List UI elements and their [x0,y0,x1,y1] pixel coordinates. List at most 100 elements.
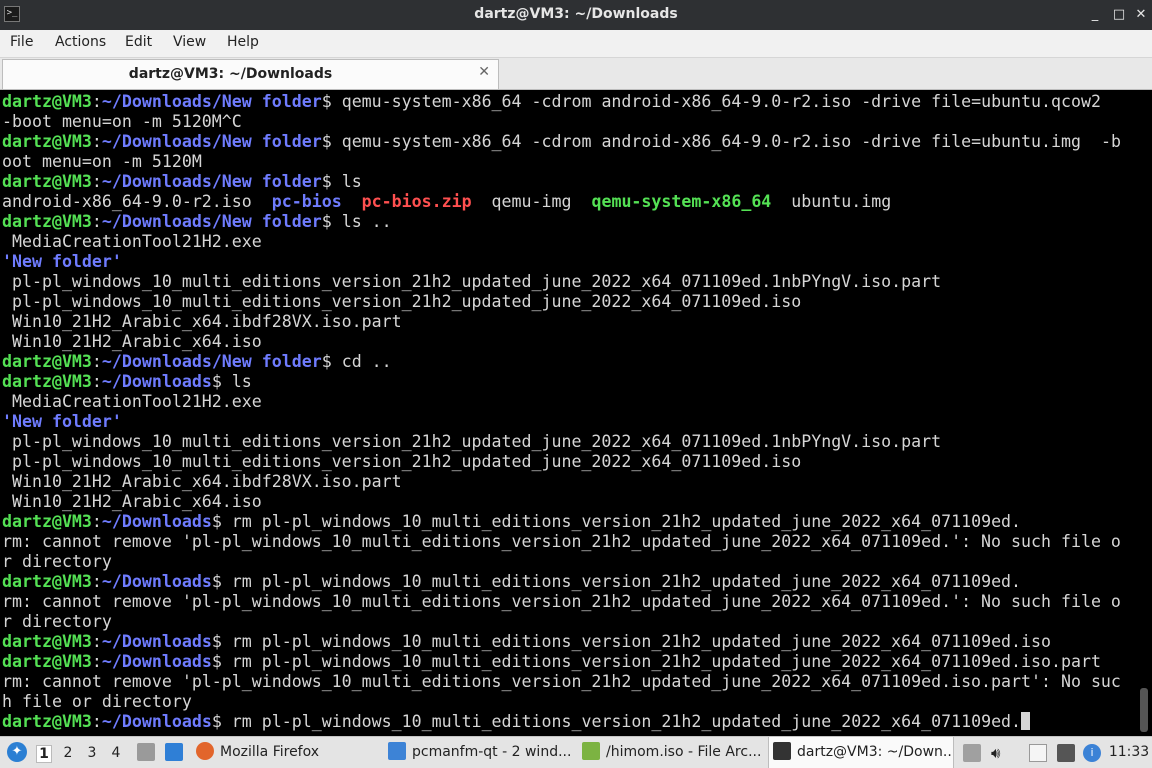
window-list-button[interactable] [162,737,186,768]
menu-view[interactable]: View [173,34,206,50]
tray-keyboard[interactable] [960,737,984,768]
terminal-text-plain: : [91,652,102,671]
terminal-text-plain: pl-pl_windows_10_multi_editions_version_… [2,432,942,451]
terminal-text-plain: pl-pl_windows_10_multi_editions_version_… [2,292,802,311]
menu-actions[interactable]: Actions [55,34,106,50]
close-button[interactable]: ✕ [1132,6,1150,24]
start-menu-button[interactable]: ✦ [4,737,28,768]
terminal-line: dartz@VM3:~/Downloads$ rm pl-pl_windows_… [2,572,1121,592]
terminal-text-plain: r directory [2,612,112,631]
terminal-text-plain: oot menu=on -m 5120M [2,152,202,171]
terminal-text-user: dartz@VM3 [2,132,92,151]
menu-edit[interactable]: Edit [125,34,152,50]
task-label: pcmanfm-qt - 2 wind... [412,744,572,760]
terminal-text-path: ~/Downloads [101,512,212,531]
minimize-button[interactable]: _ [1086,6,1104,24]
tray-clipboard[interactable] [1026,737,1050,768]
terminal-text-plain: Win10_21H2_Arabic_x64.iso [2,332,262,351]
menu-bar: File Actions Edit View Help [0,30,1152,58]
clipboard-icon [1029,744,1047,762]
terminal-text-plain: $ rm pl-pl_windows_10_multi_editions_ver… [211,652,1101,671]
terminal-text-user: dartz@VM3 [2,652,92,671]
window-titlebar: >_ dartz@VM3: ~/Downloads _ □ ✕ [0,0,1152,30]
terminal-line: Win10_21H2_Arabic_x64.iso [2,332,1121,352]
terminal-text-plain: : [91,372,102,391]
folder-icon [388,742,406,760]
scrollbar-thumb[interactable] [1140,688,1148,732]
terminal-line: pl-pl_windows_10_multi_editions_version_… [2,432,1121,452]
terminal-text-path: ~/Downloads [101,572,212,591]
terminal-text-plain: Win10_21H2_Arabic_x64.ibdf28VX.iso.part [2,472,402,491]
terminal-text-user: dartz@VM3 [2,572,92,591]
terminal-text-plain: -boot menu=on -m 5120M^C [2,112,242,131]
network-icon [1057,744,1075,762]
terminal-text-plain: : [91,572,102,591]
terminal-text-path: ~/Downloads/New folder [101,92,322,111]
tab-close-icon[interactable]: ✕ [478,64,490,80]
terminal-text-plain: h file or directory [2,692,192,711]
terminal-line: pl-pl_windows_10_multi_editions_version_… [2,452,1121,472]
terminal-text-plain: $ rm pl-pl_windows_10_multi_editions_ver… [211,632,1052,651]
speaker-icon: 🔊︎ [991,744,1001,762]
terminal-line: rm: cannot remove 'pl-pl_windows_10_mult… [2,532,1121,552]
tray-notifications[interactable]: i [1080,737,1104,768]
terminal-line: dartz@VM3:~/Downloads$ rm pl-pl_windows_… [2,512,1121,532]
terminal-line: dartz@VM3:~/Downloads$ rm pl-pl_windows_… [2,712,1121,732]
workspace-4[interactable]: 4 [108,745,124,763]
terminal-line: dartz@VM3:~/Downloads/New folder$ ls .. [2,212,1121,232]
terminal-line: dartz@VM3:~/Downloads$ ls [2,372,1121,392]
terminal-line: pl-pl_windows_10_multi_editions_version_… [2,292,1121,312]
info-icon: i [1083,744,1101,762]
terminal-text-path: ~/Downloads [101,372,212,391]
terminal-output[interactable]: dartz@VM3:~/Downloads/New folder$ qemu-s… [0,90,1136,736]
task-terminal[interactable]: dartz@VM3: ~/Down... [768,737,954,768]
terminal-text-user: dartz@VM3 [2,372,92,391]
terminal-text-path: ~/Downloads/New folder [101,172,322,191]
terminal-text-user: dartz@VM3 [2,632,92,651]
tab-terminal[interactable]: dartz@VM3: ~/Downloads ✕ [2,59,499,89]
maximize-button[interactable]: □ [1110,6,1128,24]
terminal-text-dir: 'New folder' [2,412,122,431]
workspace-3[interactable]: 3 [84,745,100,763]
terminal-text-dir: 'New folder' [2,252,122,271]
terminal-line: r directory [2,612,1121,632]
terminal-text-plain: : [91,512,102,531]
terminal-scrollbar[interactable] [1136,90,1152,736]
terminal-text-plain [342,192,362,211]
terminal-text-plain: : [91,172,102,191]
firefox-icon [196,742,214,760]
terminal-text-plain: : [91,132,102,151]
terminal-text-plain: Win10_21H2_Arabic_x64.iso [2,492,262,511]
terminal-text-user: dartz@VM3 [2,212,92,231]
terminal-text-plain: $ ls .. [321,212,392,231]
terminal-lines: dartz@VM3:~/Downloads/New folder$ qemu-s… [2,92,1121,732]
task-pcmanfm[interactable]: pcmanfm-qt - 2 wind... [384,737,572,768]
terminal-text-path: ~/Downloads/New folder [101,352,322,371]
menu-help[interactable]: Help [227,34,259,50]
desktop-icon [137,743,155,761]
terminal-text-plain: Win10_21H2_Arabic_x64.ibdf28VX.iso.part [2,312,402,331]
tray-network[interactable] [1054,737,1078,768]
terminal-line: h file or directory [2,692,1121,712]
clock[interactable]: 11:33 [1108,737,1150,768]
keyboard-icon [963,744,981,762]
archive-icon [582,742,600,760]
show-desktop-button[interactable] [134,737,158,768]
terminal-line: android-x86_64-9.0-r2.iso pc-bios pc-bio… [2,192,1121,212]
terminal-text-plain: $ rm pl-pl_windows_10_multi_editions_ver… [211,712,1022,731]
terminal-line: dartz@VM3:~/Downloads$ rm pl-pl_windows_… [2,652,1121,672]
workspace-1[interactable]: 1 [36,745,52,763]
terminal-text-user: dartz@VM3 [2,352,92,371]
terminal-text-path: ~/Downloads/New folder [101,212,322,231]
terminal-line: dartz@VM3:~/Downloads/New folder$ qemu-s… [2,132,1121,152]
tray-volume[interactable]: 🔊︎ [988,737,1012,768]
task-file-archiver[interactable]: /himom.iso - File Arc... [578,737,764,768]
task-firefox[interactable]: Mozilla Firefox [192,737,378,768]
terminal-text-plain: rm: cannot remove 'pl-pl_windows_10_mult… [2,532,1121,551]
terminal-text-plain: : [91,632,102,651]
terminal-text-user: dartz@VM3 [2,512,92,531]
workspace-2[interactable]: 2 [60,745,76,763]
menu-file[interactable]: File [10,34,33,50]
window-title: dartz@VM3: ~/Downloads [474,6,678,22]
terminal-text-plain: android-x86_64-9.0-r2.iso [2,192,272,211]
